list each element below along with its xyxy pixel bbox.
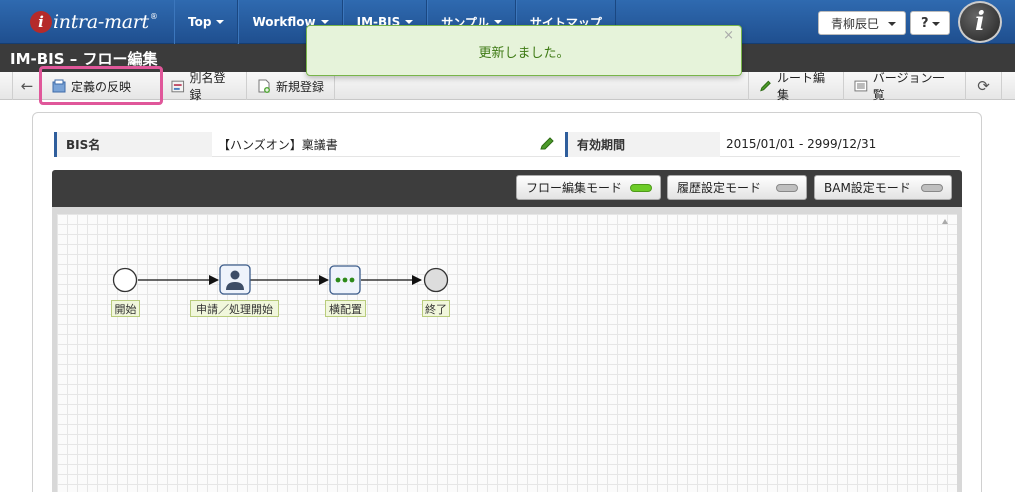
node-label-end[interactable]: 終了 <box>422 300 450 317</box>
node-label-start[interactable]: 開始 <box>111 300 140 317</box>
edit-pencil-icon[interactable] <box>539 137 555 151</box>
logo[interactable]: i intra-mart ® <box>30 6 158 38</box>
period-row: 有効期間 2015/01/01 - 2999/12/31 <box>565 132 960 157</box>
mode-on-indicator <box>630 184 652 192</box>
bis-name-value: 【ハンズオン】稟議書 <box>212 132 562 157</box>
toolbar: ← 定義の反映 別名登録 新規登録 ルート編集 バージョン一覧 ⟳ <box>0 71 1015 102</box>
mode-off-indicator <box>776 184 798 192</box>
refresh-icon: ⟳ <box>977 77 990 95</box>
node-label-user-task[interactable]: 申請／処理開始 <box>190 300 279 317</box>
logo-text: intra-mart <box>53 11 149 33</box>
bis-name-row: BIS名 【ハンズオン】稟議書 <box>54 132 562 157</box>
help-icon: ? <box>921 15 929 31</box>
version-list-label: バージョン一覧 <box>872 71 945 102</box>
caret-down-icon <box>493 20 502 24</box>
bam-mode-button[interactable]: BAM設定モード <box>814 175 952 200</box>
reflect-definition-label: 定義の反映 <box>71 79 132 94</box>
alias-register-button[interactable]: 別名登録 <box>161 71 247 102</box>
flow-edit-mode-button[interactable]: フロー編集モード <box>516 175 661 200</box>
history-mode-label: 履歴設定モード <box>677 181 762 195</box>
alias-icon <box>171 80 185 93</box>
caret-down-icon <box>932 22 940 26</box>
history-mode-button[interactable]: 履歴設定モード <box>667 175 807 200</box>
period-value: 2015/01/01 - 2999/12/31 <box>720 132 960 157</box>
back-button[interactable]: ← <box>12 72 42 100</box>
reflect-definition-button[interactable]: 定義の反映 <box>42 72 161 100</box>
back-arrow-icon: ← <box>20 77 34 95</box>
canvas-top-border <box>52 207 962 214</box>
nav-item-label: Top <box>188 15 212 29</box>
new-register-label: 新規登録 <box>276 79 325 94</box>
avatar[interactable]: i <box>958 1 1002 43</box>
nav-item-top[interactable]: Top <box>174 0 239 44</box>
user-menu-button[interactable]: 青柳辰巳 <box>818 11 906 35</box>
flow-canvas[interactable] <box>52 207 962 492</box>
new-document-icon <box>258 79 270 93</box>
help-menu-button[interactable]: ? <box>910 11 950 35</box>
success-toast: 更新しました。 × <box>306 25 742 76</box>
caret-down-icon <box>216 20 225 24</box>
scroll-up-icon[interactable] <box>942 219 948 224</box>
route-edit-button[interactable]: ルート編集 <box>748 71 844 102</box>
bam-mode-label: BAM設定モード <box>824 181 911 195</box>
list-icon <box>854 80 868 92</box>
logo-mark-icon: i <box>30 11 52 33</box>
avatar-mark: i <box>975 7 985 37</box>
alias-register-label: 別名登録 <box>189 71 226 102</box>
node-label-horizontal[interactable]: 横配置 <box>325 300 366 317</box>
registered-mark: ® <box>149 11 158 21</box>
period-label: 有効期間 <box>565 132 720 157</box>
flow-edit-mode-label: フロー編集モード <box>526 181 623 195</box>
version-list-button[interactable]: バージョン一覧 <box>844 71 966 102</box>
pencil-icon <box>760 80 771 92</box>
caret-down-icon <box>320 20 329 24</box>
caret-down-icon <box>888 22 896 26</box>
route-edit-label: ルート編集 <box>777 71 826 102</box>
toast-message: 更新しました。 <box>478 46 570 61</box>
close-icon[interactable]: × <box>723 28 734 43</box>
mode-off-indicator <box>921 184 943 192</box>
user-name: 青柳辰巳 <box>831 16 880 31</box>
caret-down-icon <box>405 20 414 24</box>
reflect-icon <box>52 79 66 93</box>
new-register-button[interactable]: 新規登録 <box>247 72 335 100</box>
page-title: IM-BIS – フロー編集 <box>10 50 158 68</box>
bis-name-label: BIS名 <box>54 132 212 157</box>
refresh-button[interactable]: ⟳ <box>966 72 1002 100</box>
